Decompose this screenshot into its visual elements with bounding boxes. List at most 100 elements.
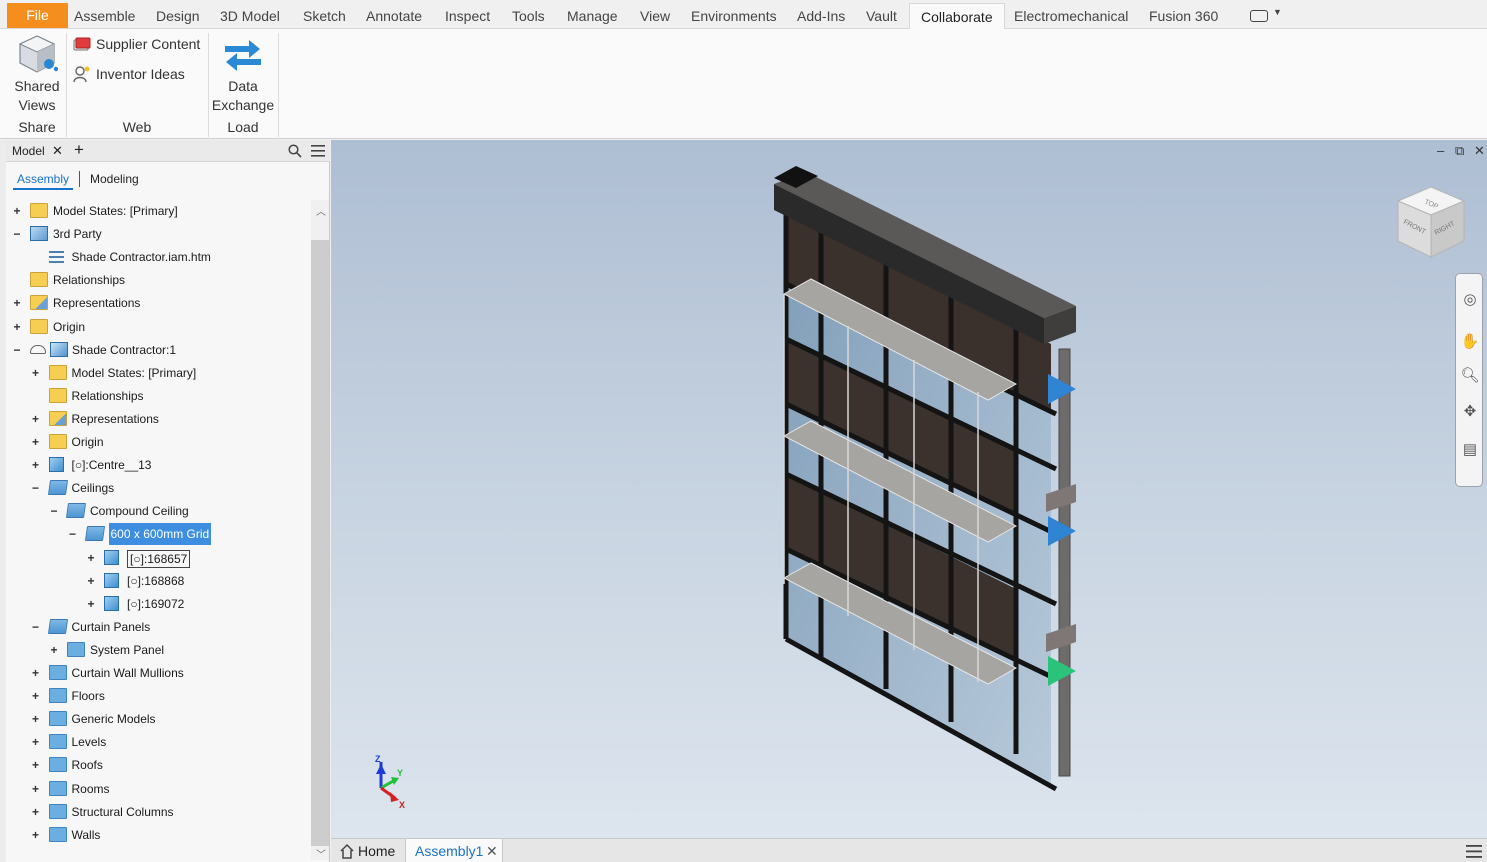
expand-icon[interactable]: + [12,292,22,314]
expand-icon[interactable]: + [31,801,41,823]
search-icon[interactable] [288,144,302,158]
expand-icon[interactable]: + [31,362,41,384]
tab-manage[interactable]: Manage [567,5,618,27]
menu-icon[interactable] [1466,845,1482,858]
tab-collaborate[interactable]: Collaborate [909,3,1005,30]
curtain-wall-model[interactable] [766,164,1126,804]
tab-fusion-360[interactable]: Fusion 360 [1149,5,1218,27]
add-tab-button[interactable]: + [74,140,84,160]
expand-icon[interactable]: + [31,408,41,430]
home-tab[interactable]: Home [337,839,407,862]
tree-item[interactable]: + Floors [6,685,306,707]
scroll-up-icon[interactable]: ︿ [316,203,326,218]
expand-icon[interactable]: + [31,824,41,846]
data-exchange-button[interactable]: Data Exchange [210,31,276,115]
tree-item[interactable]: − 3rd Party [6,223,306,245]
tree-item[interactable]: − Compound Ceiling [6,500,306,522]
tree-item[interactable]: + Structural Columns [6,801,306,823]
scroll-down-icon[interactable]: ﹀ [316,846,326,861]
tree-item[interactable]: + [○]:Centre__13 [6,454,306,476]
tree-item[interactable]: + Levels [6,731,306,753]
expand-icon[interactable]: + [86,593,96,615]
browser-scroll-thumb[interactable] [311,240,329,846]
tree-item[interactable]: + Origin [6,431,306,453]
tree-item[interactable]: + [○]:169072 [6,593,306,615]
expand-icon[interactable]: + [49,639,59,661]
expand-icon[interactable]: + [86,547,96,569]
close-tab-icon[interactable]: ✕ [486,839,498,862]
tree-item[interactable]: + Curtain Wall Mullions [6,662,306,684]
tree-item[interactable]: + [○]:168657 [6,547,306,569]
collapse-icon[interactable]: − [31,616,41,638]
assembly1-tab[interactable]: Assembly1 ✕ [405,839,503,862]
expand-icon[interactable]: + [31,662,41,684]
restore-icon[interactable]: ⧉ [1455,143,1464,159]
tab-tools[interactable]: Tools [512,5,545,27]
expand-icon[interactable]: + [31,431,41,453]
expand-icon[interactable]: + [31,708,41,730]
close-viewport-icon[interactable]: ✕ [1474,143,1485,159]
tree-item[interactable]: Shade Contractor.iam.htm [6,246,306,268]
look-at-icon[interactable]: ▤ [1460,440,1480,460]
chevron-down-icon[interactable]: ▼ [1273,7,1282,17]
tab-add-ins[interactable]: Add-Ins [797,5,845,27]
tab-environments[interactable]: Environments [691,5,777,27]
tab-inspect[interactable]: Inspect [445,5,490,27]
expand-icon[interactable]: + [12,200,22,222]
zoom-icon[interactable]: 🔍︎ [1460,366,1480,386]
tab-vault[interactable]: Vault [866,5,897,27]
tree-item[interactable]: + [○]:168868 [6,570,306,592]
minimize-icon[interactable]: – [1437,143,1444,158]
tab-design[interactable]: Design [156,5,200,27]
folder-blue-icon [48,826,67,842]
collapse-icon[interactable]: − [31,477,41,499]
tree-item[interactable]: + Generic Models [6,708,306,730]
tree-item[interactable]: − Curtain Panels [6,616,306,638]
expand-icon[interactable]: + [31,731,41,753]
tree-item[interactable]: − 600 x 600mm Grid [6,523,306,546]
camera-icon[interactable] [1250,10,1268,22]
tab-electromechanical[interactable]: Electromechanical [1014,5,1128,27]
tab-view[interactable]: View [640,5,670,27]
expand-icon[interactable]: + [12,316,22,338]
tree-item[interactable]: + Roofs [6,754,306,776]
expand-icon[interactable]: + [86,570,96,592]
tree-item[interactable]: Relationships [6,269,306,291]
tree-item[interactable]: − Ceilings [6,477,306,499]
expand-icon[interactable]: + [31,754,41,776]
menu-icon[interactable] [311,145,325,157]
tree-item[interactable]: + Representations [6,408,306,430]
file-tab[interactable]: File [7,3,68,28]
tree-item[interactable]: + Representations [6,292,306,314]
pan-icon[interactable]: ✋ [1460,332,1480,352]
part-icon [104,572,119,588]
close-icon[interactable]: ✕ [52,143,63,159]
tree-item[interactable]: + Model States: [Primary] [6,200,306,222]
tree-item[interactable]: + System Panel [6,639,306,661]
subtab-assembly[interactable]: Assembly [13,172,74,190]
tab-3d-model[interactable]: 3D Model [220,5,280,27]
graphics-viewport[interactable]: – ⧉ ✕ TOP FRONT RIGHT ◎ ✋ 🔍︎ ✥ ▤ Z Y X [331,140,1487,838]
expand-icon[interactable]: + [31,454,41,476]
tree-item[interactable]: + Rooms [6,778,306,800]
orbit-icon[interactable]: ✥ [1460,402,1480,422]
tab-annotate[interactable]: Annotate [366,5,422,27]
collapse-icon[interactable]: − [12,223,22,245]
tree-item[interactable]: − Shade Contractor:1 [6,339,306,361]
subtab-modeling[interactable]: Modeling [90,172,139,186]
tab-sketch[interactable]: Sketch [303,5,346,27]
tree-item[interactable]: + Walls [6,824,306,846]
expand-icon[interactable]: + [31,778,41,800]
browser-tab-model[interactable]: Model [12,144,45,158]
expand-icon[interactable]: + [31,685,41,707]
collapse-icon[interactable]: − [49,500,59,522]
collapse-icon[interactable]: − [68,523,78,545]
shared-views-button[interactable]: Shared Views [8,31,66,115]
tree-item[interactable]: + Model States: [Primary] [6,362,306,384]
collapse-icon[interactable]: − [12,339,22,361]
tree-item[interactable]: Relationships [6,385,306,407]
tab-assemble[interactable]: Assemble [74,5,135,27]
tree-item[interactable]: + Origin [6,316,306,338]
viewcube[interactable]: TOP FRONT RIGHT [1394,183,1468,263]
steering-wheel-icon[interactable]: ◎ [1460,290,1480,310]
